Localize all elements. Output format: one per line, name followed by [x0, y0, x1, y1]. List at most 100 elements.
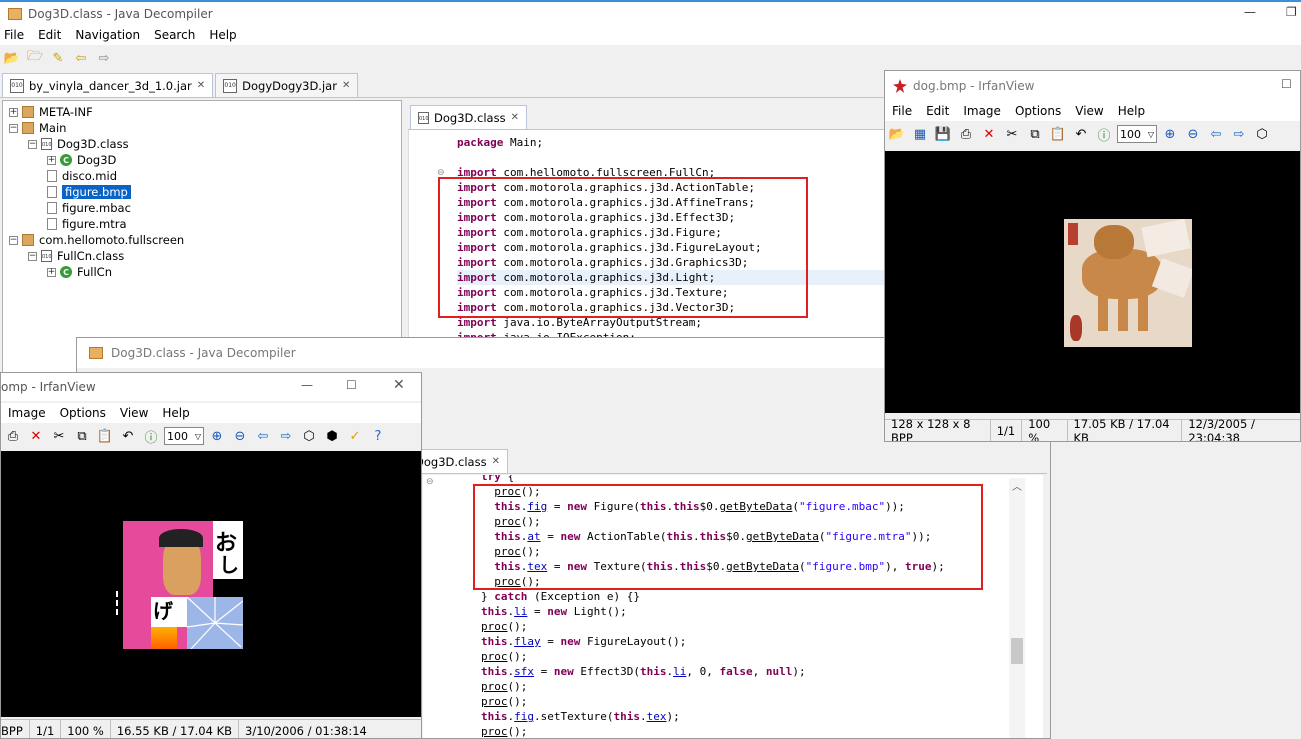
save-icon[interactable]: 💾 — [933, 124, 953, 144]
slideshow-icon[interactable]: ▦ — [910, 124, 930, 144]
menu-help[interactable]: Help — [1111, 104, 1152, 118]
menu-options[interactable]: Options — [53, 406, 113, 420]
minimize-button[interactable]: — — [301, 378, 313, 392]
minimize-button[interactable]: ☐ — [1281, 77, 1292, 91]
zoom-value: 100 — [1120, 127, 1141, 141]
tree-item-disco-mid[interactable]: disco.mid — [47, 168, 117, 184]
next-icon[interactable]: ⇨ — [276, 426, 296, 446]
cut-icon[interactable]: ✂ — [1002, 124, 1022, 144]
menu-search[interactable]: Search — [147, 28, 202, 42]
collapse-icon[interactable]: − — [28, 139, 37, 149]
tab-label: Dog3D.class — [415, 454, 487, 469]
help-icon[interactable]: ? — [368, 426, 388, 446]
rotate-left-icon[interactable]: ⬡ — [299, 426, 319, 446]
tree-item-fullscreen-pkg[interactable]: − com.hellomoto.fullscreen — [9, 232, 184, 248]
menu-edit[interactable]: Edit — [31, 28, 68, 42]
status-page: 1/1 — [30, 720, 62, 738]
tree-item-meta-inf[interactable]: + META-INF — [9, 104, 93, 120]
print-icon[interactable]: ⎙ — [956, 124, 976, 144]
menu-help[interactable]: Help — [155, 406, 196, 420]
info-icon[interactable]: ⓘ — [1094, 124, 1114, 144]
tab-dog3d-class[interactable]: 010 Dog3D.class ✕ — [410, 105, 527, 129]
collapse-icon[interactable]: − — [9, 235, 18, 245]
menu-edit[interactable]: Edit — [919, 104, 956, 118]
cut-icon[interactable]: ✂ — [49, 426, 69, 446]
scroll-up-arrow[interactable]: ︿ — [1009, 478, 1025, 493]
tree-item-dog3d-class[interactable]: −010 Dog3D.class — [28, 136, 129, 152]
minimize-button[interactable]: — — [1244, 5, 1256, 19]
menu-file[interactable]: File — [0, 28, 31, 42]
tree-item-main[interactable]: − Main — [9, 120, 66, 136]
menu-view[interactable]: View — [1068, 104, 1110, 118]
forward-arrow-icon[interactable]: ⇨ — [94, 48, 114, 68]
vertical-scrollbar[interactable]: ︿ — [1009, 478, 1025, 738]
next-icon[interactable]: ⇨ — [1229, 124, 1249, 144]
zoom-in-icon[interactable]: ⊕ — [1160, 124, 1180, 144]
menu-options[interactable]: Options — [1008, 104, 1068, 118]
zoom-value: 100 — [167, 429, 188, 443]
tree-item-figure-bmp[interactable]: figure.bmp — [47, 184, 131, 200]
delete-icon[interactable]: ✕ — [979, 124, 999, 144]
paste-icon[interactable]: 📋 — [1048, 124, 1068, 144]
open-folder-icon[interactable]: 📂 — [2, 48, 22, 68]
rotate-left-icon[interactable]: ⬡ — [1252, 124, 1272, 144]
copy-icon[interactable]: ⧉ — [1025, 124, 1045, 144]
print-icon[interactable]: ⎙ — [3, 426, 23, 446]
close-icon[interactable]: ✕ — [511, 112, 519, 123]
close-icon[interactable]: ✕ — [492, 456, 500, 467]
menu-navigation[interactable]: Navigation — [68, 28, 147, 42]
paste-icon[interactable]: 📋 — [95, 426, 115, 446]
menu-help[interactable]: Help — [202, 28, 243, 42]
maximize-button[interactable]: ☐ — [346, 378, 357, 392]
copy-icon[interactable]: ⧉ — [72, 426, 92, 446]
tree-item-fullcn-class[interactable]: −010 FullCn.class — [28, 248, 124, 264]
chevron-down-icon: ▽ — [1147, 129, 1154, 139]
fold-icon[interactable]: ⊖ — [426, 477, 434, 487]
main-title-bar: Dog3D.class - Java Decompiler — ❐ — [0, 0, 1301, 26]
close-icon[interactable]: ✕ — [342, 80, 350, 91]
info-icon[interactable]: ⓘ — [141, 426, 161, 446]
open-folder-icon[interactable]: 📂 — [887, 124, 907, 144]
window-title: dog.bmp - IrfanView — [913, 79, 1035, 93]
edit-icon[interactable]: ✎ — [48, 48, 68, 68]
expand-icon[interactable]: + — [47, 155, 56, 165]
back-arrow-icon[interactable]: ⇦ — [71, 48, 91, 68]
tree-item-fullcn[interactable]: + C FullCn — [47, 264, 112, 280]
editor-tab-strip: 010 Dog3D.class ✕ — [408, 102, 885, 130]
restore-button[interactable]: ❐ — [1286, 5, 1297, 19]
menu-view[interactable]: View — [113, 406, 155, 420]
delete-icon[interactable]: ✕ — [26, 426, 46, 446]
menu-image[interactable]: Image — [956, 104, 1008, 118]
undo-icon[interactable]: ↶ — [118, 426, 138, 446]
tree-item-dog3d[interactable]: + C Dog3D — [47, 152, 116, 168]
scroll-thumb[interactable] — [1011, 638, 1023, 664]
open-type-icon[interactable]: 🗁 — [25, 48, 45, 68]
zoom-in-icon[interactable]: ⊕ — [207, 426, 227, 446]
tree-item-figure-mbac[interactable]: figure.mbac — [47, 200, 131, 216]
close-button[interactable]: ✕ — [393, 377, 405, 393]
collapse-icon[interactable]: − — [28, 251, 37, 261]
zoom-out-icon[interactable]: ⊖ — [230, 426, 250, 446]
expand-icon[interactable]: + — [9, 107, 18, 117]
zoom-out-icon[interactable]: ⊖ — [1183, 124, 1203, 144]
close-icon[interactable]: ✕ — [197, 80, 205, 91]
expand-icon[interactable]: + — [47, 267, 56, 277]
zoom-select[interactable]: 100 ▽ — [164, 427, 204, 445]
tree-item-figure-mtra[interactable]: figure.mtra — [47, 216, 127, 232]
undo-icon[interactable]: ↶ — [1071, 124, 1091, 144]
zoom-select[interactable]: 100 ▽ — [1117, 125, 1157, 143]
rotate-right-icon[interactable]: ⬢ — [322, 426, 342, 446]
tree-label-selected: figure.bmp — [62, 185, 131, 199]
status-dimensions: 128 x 128 x 8 BPP — [885, 417, 991, 441]
file-icon — [47, 170, 57, 182]
code-line: this.flay = new FigureLayout(); — [481, 635, 687, 648]
collapse-icon[interactable]: − — [9, 123, 18, 133]
menu-file[interactable]: File — [885, 104, 919, 118]
menu-image[interactable]: Image — [1, 406, 53, 420]
tab-jar-vinyla[interactable]: 010 by_vinyla_dancer_3d_1.0.jar ✕ — [2, 73, 214, 97]
previous-icon[interactable]: ⇦ — [1206, 124, 1226, 144]
paint-icon[interactable]: ✓ — [345, 426, 365, 446]
tab-jar-dogydogy[interactable]: 010 DogyDogy3D.jar ✕ — [215, 73, 359, 97]
tab-dog3d-class[interactable]: Dog3D.class ✕ — [407, 449, 508, 473]
previous-icon[interactable]: ⇦ — [253, 426, 273, 446]
